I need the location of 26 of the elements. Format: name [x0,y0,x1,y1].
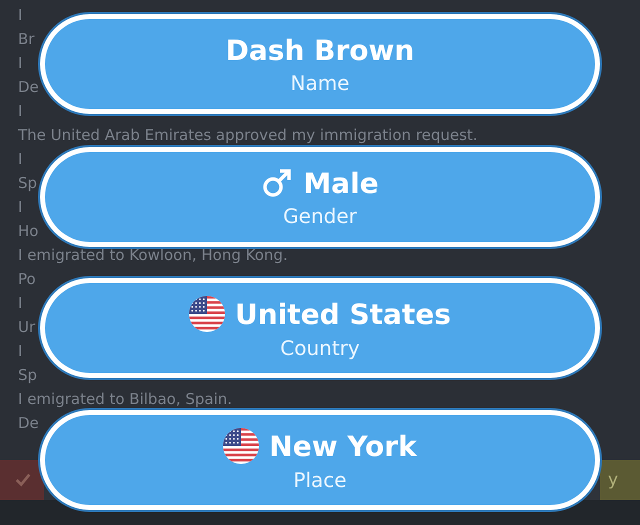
choice-button[interactable]: United States Country [38,276,602,380]
check-icon [14,471,32,489]
log-line: Br [18,29,34,50]
log-line: I [18,341,22,362]
flag-icon [223,428,260,464]
log-line: Sp [18,365,38,386]
log-line: Po [18,269,36,290]
flag-icon [189,296,226,332]
log-line: I [18,293,22,314]
choice-button[interactable]: Dash Brown Name [38,12,602,116]
choice-button[interactable]: Male Gender [38,145,602,249]
bar-label: y [608,470,618,490]
choice-button[interactable]: New York Place [38,408,602,512]
log-line: I [18,197,22,218]
log-line: De [18,77,39,98]
log-line: I [18,149,22,170]
log-line: Ho [18,221,38,242]
log-line: The United Arab Emirates approved my immigration request. [18,125,478,146]
log-line: I emigrated to Bilbao, Spain. [18,389,232,410]
male-icon [261,167,294,199]
log-line: I [18,101,22,122]
log-line: Sp [18,173,38,194]
log-line: I [18,53,22,74]
log-line: I [18,5,22,26]
log-line: De [18,413,39,434]
log-line: Ur [18,317,36,338]
